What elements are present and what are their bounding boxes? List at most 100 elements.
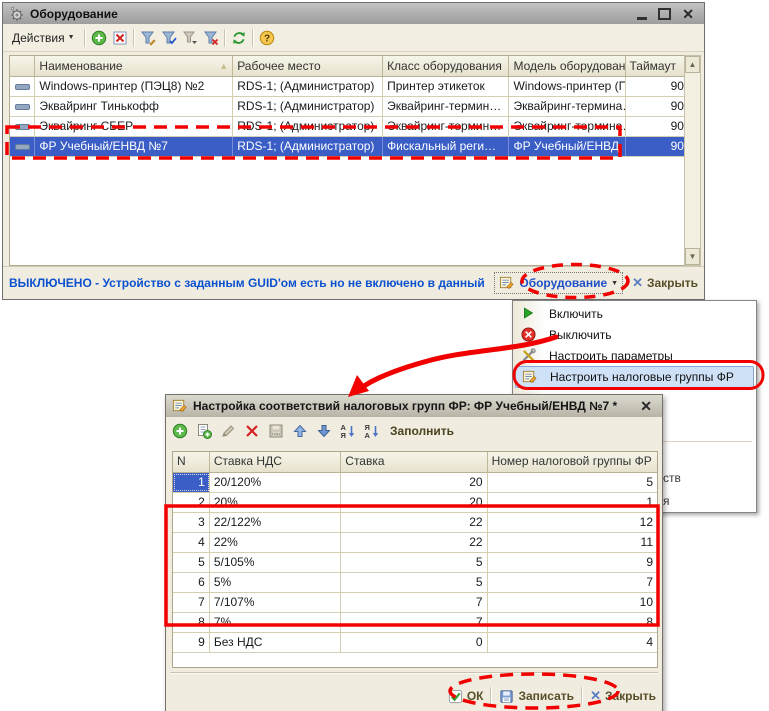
delete-row-icon[interactable] [244, 423, 260, 439]
menu-item-label: Включить [549, 307, 603, 321]
column-header-label: Таймаут [630, 56, 676, 76]
cell-model: Эквайринг-термина… [509, 97, 625, 116]
equipment-window: Оборудование ✕ Действия ▼ [2, 2, 705, 300]
cell-tax-group: 9 [488, 553, 657, 572]
filter-set-icon[interactable] [161, 30, 177, 46]
tax-row[interactable]: 2 20% 20 1 [173, 493, 657, 513]
menu-item-configure-tax-groups[interactable]: Настроить налоговые группы ФР [515, 366, 754, 388]
close-window-button[interactable]: ✕ Закрыть [632, 275, 698, 291]
menu-item-configure-params[interactable]: Настроить параметры [515, 345, 754, 366]
column-header-model[interactable]: Модель оборудован… [509, 56, 625, 76]
filter-history-icon[interactable] [182, 30, 198, 46]
save-button[interactable]: Записать [499, 689, 574, 704]
screen: Оборудование ✕ Действия ▼ [0, 0, 769, 711]
ok-check-icon [448, 689, 463, 704]
cell-workplace: RDS-1; (Администратор) [233, 117, 383, 136]
close-x-icon: ✕ [632, 275, 643, 291]
fill-button[interactable]: Заполнить [390, 424, 454, 438]
tax-row[interactable]: 6 5% 5 7 [173, 573, 657, 593]
column-header-name[interactable]: Наименование ▲ [35, 56, 233, 76]
delete-icon[interactable] [112, 30, 128, 46]
arrow-up-glyph: ▲ [689, 60, 697, 69]
ok-button-label: ОК [467, 689, 484, 703]
cell-name: Windows-принтер (ПЭЦ8) №2 [35, 77, 233, 96]
copy-row-icon[interactable] [196, 423, 212, 439]
cell-n: 6 [173, 573, 210, 592]
tax-row[interactable]: 5 5/105% 5 9 [173, 553, 657, 573]
window-controls: ✕ [637, 7, 698, 21]
cell-vat-rate: 22% [210, 533, 341, 552]
menu-item-enable[interactable]: Включить [515, 303, 754, 324]
table-row-selected[interactable]: ФР Учебный/ЕНВД №7 RDS-1; (Администратор… [10, 137, 688, 157]
cell-timeout: 90 [626, 77, 688, 96]
minimize-icon[interactable] [637, 17, 647, 20]
play-icon [521, 306, 537, 322]
actions-menu-button[interactable]: Действия ▼ [8, 29, 79, 47]
filter-sort-icon[interactable] [140, 30, 156, 46]
scroll-up-icon[interactable]: ▲ [685, 56, 700, 73]
tax-row[interactable]: 8 7% 7 8 [173, 613, 657, 633]
column-header-workplace[interactable]: Рабочее место [233, 56, 383, 76]
edit-row-icon[interactable] [220, 423, 236, 439]
maximize-icon[interactable] [658, 8, 671, 20]
tax-row[interactable]: 7 7/107% 7 10 [173, 593, 657, 613]
cell-n: 9 [173, 633, 210, 652]
move-down-icon[interactable] [316, 423, 332, 439]
cell-tax-group: 8 [488, 613, 657, 632]
column-header-n[interactable]: N [173, 452, 210, 472]
button-separator [490, 687, 492, 705]
dialog-close-icon[interactable]: ✕ [640, 399, 652, 413]
equipment-form-icon [499, 275, 515, 291]
column-header-tax-group[interactable]: Номер налоговой группы ФР [488, 452, 657, 472]
cell-timeout: 90 [626, 137, 688, 156]
column-header-timeout[interactable]: Таймаут [626, 56, 688, 76]
column-header-rate[interactable]: Ставка [341, 452, 487, 472]
cell-name: ФР Учебный/ЕНВД №7 [35, 137, 233, 156]
row-marker-cell [10, 137, 35, 156]
cell-name: Эквайринг Тинькофф [35, 97, 233, 116]
column-header-vat-rate[interactable]: Ставка НДС [210, 452, 341, 472]
add-icon[interactable] [91, 30, 107, 46]
window-title: Оборудование [30, 7, 118, 21]
row-marker-cell [10, 97, 35, 116]
table-row[interactable]: Windows-принтер (ПЭЦ8) №2 RDS-1; (Админи… [10, 77, 688, 97]
tax-row[interactable]: 3 22/122% 22 12 [173, 513, 657, 533]
column-header-label: Ставка [345, 454, 384, 468]
filter-clear-icon[interactable] [203, 30, 219, 46]
help-icon[interactable]: ? [259, 30, 275, 46]
table-row[interactable]: Эквайринг Тинькофф RDS-1; (Администратор… [10, 97, 688, 117]
equipment-menu-button[interactable]: Оборудование ▼ [494, 272, 623, 294]
cell-vat-rate: 20% [210, 493, 341, 512]
cell-rate: 22 [341, 533, 487, 552]
add-row-icon[interactable] [172, 423, 188, 439]
vertical-scrollbar[interactable]: ▲ ▼ [684, 55, 701, 266]
tax-table-header: N Ставка НДС Ставка Номер налоговой груп… [173, 452, 657, 473]
close-icon[interactable]: ✕ [682, 7, 694, 21]
button-separator [581, 687, 583, 705]
tax-row[interactable]: 9 Без НДС 0 4 [173, 633, 657, 653]
move-up-icon[interactable] [292, 423, 308, 439]
cell-n: 4 [173, 533, 210, 552]
ok-button[interactable]: ОК [448, 689, 484, 704]
table-row[interactable]: Эквайринг СБЕР RDS-1; (Администратор) Эк… [10, 117, 688, 137]
tools-icon [521, 348, 537, 364]
tax-row[interactable]: 4 22% 22 11 [173, 533, 657, 553]
arrow-down-glyph: ▼ [689, 252, 697, 261]
cell-vat-rate: 5% [210, 573, 341, 592]
dialog-close-button[interactable]: ✕ Закрыть [590, 688, 656, 704]
refresh-icon[interactable] [231, 30, 247, 46]
dialog-titlebar: Настройка соответствий налоговых групп Ф… [166, 395, 662, 417]
column-header-class[interactable]: Класс оборудования [383, 56, 509, 76]
cell-class: Эквайринг-термин… [383, 117, 509, 136]
cell-tax-group: 11 [488, 533, 657, 552]
tax-row[interactable]: 1 20/120% 20 5 [173, 473, 657, 493]
menu-item-disable[interactable]: Выключить [515, 324, 754, 345]
column-header-label: Класс оборудования [387, 56, 502, 76]
cell-class: Принтер этикеток [383, 77, 509, 96]
sort-ascending-icon[interactable]: АЯ [340, 423, 356, 439]
column-header-marker[interactable] [10, 56, 35, 76]
end-edit-icon[interactable]: ГОН [268, 423, 284, 439]
cell-rate: 20 [341, 493, 487, 512]
sort-descending-icon[interactable]: ЯА [364, 423, 380, 439]
scroll-down-icon[interactable]: ▼ [685, 248, 700, 265]
